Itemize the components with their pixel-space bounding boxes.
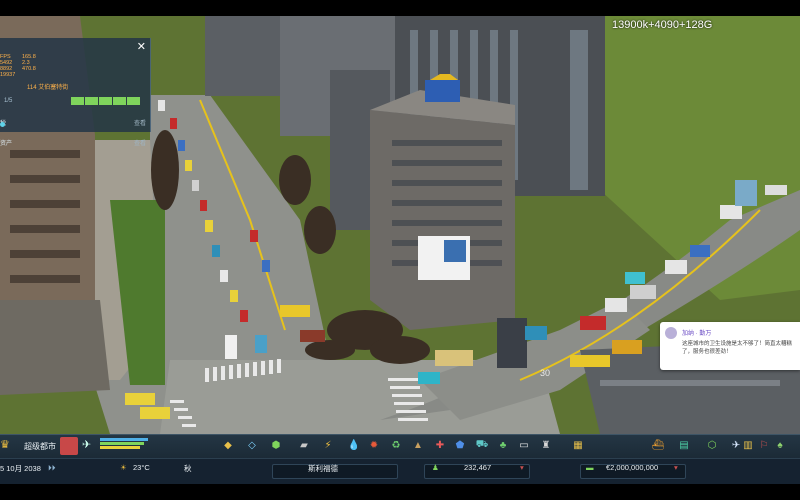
weather-icon: ☀	[120, 463, 127, 472]
date-display: 5 10月 2038	[0, 464, 41, 473]
fps-stat-3: 19937	[0, 72, 16, 78]
lower-left-building	[0, 300, 110, 395]
progress-segment	[99, 97, 112, 105]
population-icon: ♟	[432, 463, 439, 472]
meter-bar	[100, 446, 140, 449]
building-info-panel[interactable]: ✕ FPS 5492 8892 19937 165.8 2.3 470.8 11…	[0, 38, 151, 147]
money-balance: €2,000,000,000	[606, 463, 659, 472]
progress-segment	[71, 97, 84, 105]
map-icon[interactable]: ▦	[570, 437, 586, 453]
education-icon[interactable]: ▲	[410, 437, 426, 453]
svg-text:30: 30	[540, 368, 550, 378]
chart-icon[interactable]: ▥	[740, 437, 756, 453]
panel-row-assets-value[interactable]: 查看	[134, 138, 146, 147]
progress-label: 1/5	[4, 98, 13, 104]
chirp-author: 加纳 · 勤万	[682, 331, 712, 337]
progress-segment	[127, 97, 140, 105]
recycle-icon[interactable]: ♻	[388, 437, 404, 453]
money-icon: ▬	[586, 463, 594, 472]
close-icon[interactable]: ✕	[137, 40, 146, 53]
money-icon[interactable]: ▤	[676, 437, 692, 453]
pause-icon[interactable]: ⏵⏵	[48, 463, 56, 473]
progress-segment	[85, 97, 98, 105]
chirper-notification[interactable]: 加纳 · 勤万 这座城市的卫生设施是太不够了！简直太糟糕了，服务也很差劲！	[660, 322, 800, 370]
panel-title: 114 艾伯塞特街	[27, 85, 69, 91]
fps-value-3: 470.8	[22, 66, 36, 72]
money-trend-icon: ▾	[674, 463, 678, 472]
fps-stats: FPS 5492 8892 19937	[0, 54, 15, 78]
chirp-message: 这座城市的卫生设施是太不够了！简直太糟糕了，服务也很差劲！	[682, 341, 793, 355]
area-icon[interactable]: ⬢	[268, 437, 284, 453]
bottom-letterbox	[0, 484, 800, 500]
building-back-1	[205, 16, 285, 96]
expand-icon[interactable]: ⬡	[704, 437, 720, 453]
season: 秋	[184, 464, 192, 473]
meter-bar	[100, 438, 148, 441]
sign-icon[interactable]: ⚐	[756, 437, 772, 453]
city-meters	[100, 437, 152, 455]
population-count: 232,467	[464, 463, 492, 472]
rocket-icon[interactable]: ✈	[82, 438, 96, 452]
transport-icon[interactable]: ⛟	[474, 437, 490, 453]
police-icon[interactable]: ⬟	[452, 437, 468, 453]
fire-icon[interactable]: ✹	[366, 437, 382, 453]
park-icon[interactable]: ♣	[495, 437, 511, 453]
temperature: 23°C	[133, 463, 150, 472]
rooftop-sign	[425, 80, 460, 102]
top-letterbox	[0, 0, 800, 16]
progress-segment	[113, 97, 126, 105]
avatar	[665, 327, 677, 339]
progress-segments	[71, 97, 140, 105]
road-icon[interactable]: ◆	[220, 437, 236, 453]
info-dot-icon	[0, 122, 5, 127]
water-icon[interactable]: ▰	[296, 437, 312, 453]
water-drop-icon[interactable]: 💧	[346, 437, 362, 453]
fps-values: 165.8 2.3 470.8	[22, 54, 36, 72]
panel-row-assets[interactable]: 资产	[0, 138, 12, 147]
ship-icon[interactable]: ⛴	[650, 437, 666, 453]
population-trend-icon: ▾	[520, 463, 524, 472]
performance-overlay: 13900k+4090+128G	[612, 19, 713, 31]
district-name: 斯利福德	[308, 464, 338, 473]
landmark-icon[interactable]: ♜	[538, 437, 554, 453]
chat-icon[interactable]: ▭	[516, 437, 532, 453]
meter-bar	[100, 442, 144, 445]
tree-icon[interactable]: ♠	[772, 437, 788, 453]
crown-icon: ♛	[0, 439, 10, 451]
city-name[interactable]: 超级都市	[24, 441, 56, 452]
city-emblem-icon	[60, 437, 78, 455]
panel-row-tax-value[interactable]: 查看	[134, 118, 146, 127]
zoning-icon[interactable]: ◇	[244, 437, 260, 453]
electricity-icon[interactable]: ⚡	[320, 437, 336, 453]
health-icon[interactable]: ✚	[432, 437, 448, 453]
